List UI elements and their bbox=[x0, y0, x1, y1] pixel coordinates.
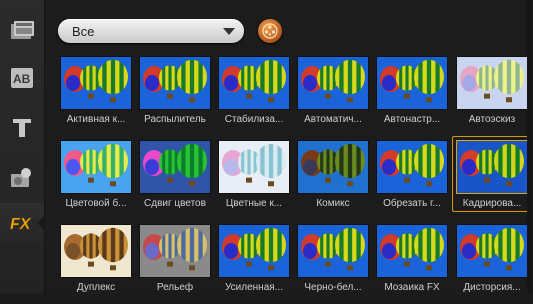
effect-tile[interactable]: Автонастр... bbox=[376, 56, 448, 136]
effect-tile[interactable]: Цветные к... bbox=[218, 140, 290, 220]
title-button[interactable]: AB bbox=[0, 58, 44, 98]
effect-label: Автоматич... bbox=[304, 114, 362, 125]
effect-tile[interactable]: Дуплекс bbox=[60, 224, 132, 304]
graphics-icon bbox=[11, 168, 31, 187]
tool-rail: AB FX bbox=[0, 0, 45, 293]
balloon-thumbnail bbox=[377, 57, 447, 109]
effect-thumbnail bbox=[139, 140, 211, 194]
effect-tile[interactable]: Стабилиза... bbox=[218, 56, 290, 136]
effect-thumbnail bbox=[456, 56, 528, 110]
effect-options-button[interactable] bbox=[258, 19, 282, 43]
effect-tile[interactable]: Дисторсия... bbox=[456, 224, 528, 304]
effect-thumbnail bbox=[139, 224, 211, 278]
effect-label: Цветные к... bbox=[225, 198, 283, 209]
effect-tile[interactable]: Кадрирова... bbox=[452, 136, 530, 220]
effect-tile[interactable]: Комикс bbox=[297, 140, 369, 220]
effect-thumbnail bbox=[376, 56, 448, 110]
effect-tile[interactable]: Мозаика FX bbox=[376, 224, 448, 304]
effect-tile[interactable]: Автоэскиз bbox=[456, 56, 528, 136]
effect-thumbnail bbox=[297, 56, 369, 110]
effect-thumbnail bbox=[376, 140, 448, 194]
effect-label: Дуплекс bbox=[76, 282, 116, 293]
effect-tile[interactable]: Цветовой б... bbox=[60, 140, 132, 220]
effect-label: Цветовой б... bbox=[65, 198, 127, 209]
text-t-icon bbox=[13, 119, 31, 137]
media-button[interactable] bbox=[0, 10, 44, 50]
effect-thumbnail bbox=[297, 140, 369, 194]
category-dropdown[interactable]: Все bbox=[58, 19, 244, 43]
effect-label: Активная к... bbox=[66, 114, 126, 125]
effect-label: Автонастр... bbox=[383, 114, 441, 125]
effect-thumbnail bbox=[218, 56, 290, 110]
effect-label: Обрезать г... bbox=[383, 198, 441, 209]
text-button[interactable] bbox=[0, 108, 44, 148]
scrollbar-track[interactable] bbox=[527, 0, 533, 293]
effect-label: Стабилиза... bbox=[224, 114, 284, 125]
balloon-thumbnail bbox=[457, 225, 527, 277]
effect-tile[interactable]: Сдвиг цветов bbox=[139, 140, 211, 220]
balloon-thumbnail bbox=[457, 57, 527, 109]
balloon-thumbnail bbox=[457, 141, 527, 193]
balloon-thumbnail bbox=[140, 141, 210, 193]
balloon-thumbnail bbox=[219, 141, 289, 193]
chevron-down-icon bbox=[223, 28, 235, 35]
effect-tile[interactable]: Автоматич... bbox=[297, 56, 369, 136]
effect-label: Автоэскиз bbox=[468, 114, 516, 125]
effect-tile[interactable]: Черно-бел... bbox=[297, 224, 369, 304]
effect-label: Черно-бел... bbox=[304, 282, 362, 293]
effect-label: Усиленная... bbox=[224, 282, 284, 293]
effect-thumbnail bbox=[297, 224, 369, 278]
svg-text:AB: AB bbox=[13, 72, 31, 86]
effect-thumbnail bbox=[60, 224, 132, 278]
effect-tile[interactable]: Рельеф bbox=[139, 224, 211, 304]
balloon-thumbnail bbox=[377, 141, 447, 193]
graphics-button[interactable] bbox=[0, 158, 44, 198]
balloon-thumbnail bbox=[219, 57, 289, 109]
effect-thumbnail bbox=[218, 140, 290, 194]
effect-tile[interactable]: Распылитель bbox=[139, 56, 211, 136]
effect-label: Распылитель bbox=[144, 114, 206, 125]
balloon-thumbnail bbox=[298, 57, 368, 109]
effect-label: Комикс bbox=[316, 198, 350, 209]
balloon-thumbnail bbox=[298, 225, 368, 277]
title-ab-icon: AB bbox=[11, 68, 33, 88]
effect-thumbnail bbox=[376, 224, 448, 278]
effect-label: Мозаика FX bbox=[384, 282, 440, 293]
balloon-thumbnail bbox=[61, 225, 131, 277]
svg-text:FX: FX bbox=[10, 216, 32, 233]
fx-icon: FX bbox=[10, 216, 32, 234]
balloon-thumbnail bbox=[61, 57, 131, 109]
effect-label: Дисторсия... bbox=[463, 282, 521, 293]
effect-tile[interactable]: Активная к... bbox=[60, 56, 132, 136]
effect-thumbnail bbox=[456, 224, 528, 278]
fx-button[interactable]: FX bbox=[0, 203, 45, 243]
balloon-thumbnail bbox=[61, 141, 131, 193]
balloon-thumbnail bbox=[219, 225, 289, 277]
film-reel-icon bbox=[262, 23, 278, 39]
instant-project-icon bbox=[11, 21, 34, 39]
effect-thumbnail bbox=[60, 140, 132, 194]
balloon-thumbnail bbox=[298, 141, 368, 193]
effect-label: Сдвиг цветов bbox=[144, 198, 206, 209]
effect-label: Кадрирова... bbox=[462, 198, 522, 209]
balloon-thumbnail bbox=[140, 57, 210, 109]
effect-thumbnail bbox=[139, 56, 211, 110]
category-dropdown-value: Все bbox=[72, 23, 95, 39]
effect-thumbnail bbox=[456, 140, 528, 194]
effect-thumbnail bbox=[60, 56, 132, 110]
effect-label: Рельеф bbox=[156, 282, 194, 293]
effect-thumbnail bbox=[218, 224, 290, 278]
balloon-thumbnail bbox=[377, 225, 447, 277]
effect-tile[interactable]: Обрезать г... bbox=[376, 140, 448, 220]
effect-tile[interactable]: Усиленная... bbox=[218, 224, 290, 304]
balloon-thumbnail bbox=[140, 225, 210, 277]
